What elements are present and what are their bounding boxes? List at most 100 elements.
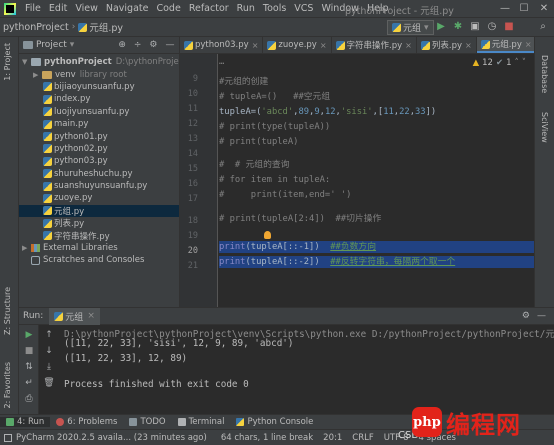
menu-navigate[interactable]: Navigate xyxy=(102,3,153,14)
stop-icon[interactable]: ■ xyxy=(501,19,517,35)
run-icon[interactable]: ▶ xyxy=(433,19,449,35)
tree-file-selected[interactable]: 元组.py xyxy=(19,204,179,218)
tree-file[interactable]: shuruheshuchu.py xyxy=(19,168,179,180)
status-message[interactable]: PyCharm 2020.2.5 availa... (23 minutes a… xyxy=(16,433,207,443)
menu-run[interactable]: Run xyxy=(233,3,259,14)
menu-code[interactable]: Code xyxy=(152,3,184,14)
menu-edit[interactable]: Edit xyxy=(45,3,71,14)
project-tool-tab[interactable]: 1: Project xyxy=(3,43,12,81)
run-configuration-select[interactable]: 元组 ▾ xyxy=(387,20,434,35)
minimize-button[interactable]: — xyxy=(496,0,514,18)
tree-file[interactable]: 字符串操作.py xyxy=(19,229,179,242)
editor-tab[interactable]: 列表.py × xyxy=(417,37,477,53)
run-toolbar-secondary: ↑ ↓ ⤓ 🗑 xyxy=(39,325,59,415)
run-icon xyxy=(6,418,14,426)
stop-icon[interactable]: ■ xyxy=(23,345,35,357)
tree-file[interactable]: python01.py xyxy=(19,130,179,142)
chevron-down-icon[interactable]: ▾ xyxy=(70,40,75,50)
tree-file[interactable]: python02.py xyxy=(19,143,179,155)
close-icon[interactable]: × xyxy=(320,41,327,50)
breadcrumb-project[interactable]: pythonProject xyxy=(0,22,72,33)
file-label: zuoye.py xyxy=(54,193,93,204)
chevron-down-icon: ▼ xyxy=(22,58,28,67)
sciview-tool-tab[interactable]: SciView xyxy=(540,112,549,143)
menu-tools[interactable]: Tools xyxy=(259,3,290,14)
run-tab[interactable]: 元组 × xyxy=(49,307,100,325)
editor-tab[interactable]: zuoye.py × xyxy=(263,37,332,53)
code-token: 89 xyxy=(298,107,310,117)
caret-position[interactable]: 20:1 xyxy=(323,433,342,443)
close-icon[interactable]: × xyxy=(87,311,95,321)
print-icon[interactable]: ⎙ xyxy=(23,393,35,405)
tree-file[interactable]: index.py xyxy=(19,93,179,105)
locate-icon[interactable]: ⊕ xyxy=(118,40,126,50)
close-icon[interactable]: × xyxy=(525,40,532,49)
database-tool-tab[interactable]: Database xyxy=(540,55,549,93)
debug-icon[interactable]: ✱ xyxy=(450,19,466,35)
folder-icon xyxy=(42,70,52,79)
editor-tab[interactable]: 字符串操作.py × xyxy=(332,37,417,53)
gear-icon[interactable]: ⚙ xyxy=(522,311,530,321)
file-label: bijiaoyunsuanfu.py xyxy=(54,81,135,92)
profile-icon[interactable]: ◷ xyxy=(484,19,500,35)
coverage-icon[interactable]: ▣ xyxy=(467,19,483,35)
file-label: python02.py xyxy=(54,143,108,154)
tool-tab-problems[interactable]: 6: Problems xyxy=(50,417,123,427)
code-area[interactable]: … #元组的创建 # tupleA=() ##空元组 tupleA=('abcd… xyxy=(219,54,534,307)
menu-refactor[interactable]: Refactor xyxy=(185,3,233,14)
tool-tab-todo[interactable]: TODO xyxy=(123,417,171,427)
tool-tab-run[interactable]: 4: Run xyxy=(0,417,51,427)
tool-tab-terminal[interactable]: Terminal xyxy=(172,417,231,427)
rerun-icon[interactable]: ▶ xyxy=(23,329,35,341)
lightbulb-icon[interactable] xyxy=(264,231,271,239)
structure-tool-tab[interactable]: Z: Structure xyxy=(3,287,12,335)
tree-root[interactable]: ▼ pythonProject D:\pythonProject\ xyxy=(19,56,179,68)
down-arrow-icon[interactable]: ↓ xyxy=(43,345,55,357)
tree-venv[interactable]: ▶ venv library root xyxy=(19,68,179,80)
collapse-icon[interactable]: ÷ xyxy=(134,40,142,50)
python-console-icon xyxy=(236,418,245,426)
soft-wrap-icon[interactable]: ↵ xyxy=(23,377,35,389)
tree-scratches[interactable]: Scratches and Consoles xyxy=(19,254,179,266)
run-configuration-label: 元组 xyxy=(403,24,422,34)
tree-file[interactable]: bijiaoyunsuanfu.py xyxy=(19,81,179,93)
tree-file[interactable]: suanshuyunsuanfu.py xyxy=(19,180,179,192)
tree-file[interactable]: python03.py xyxy=(19,155,179,167)
menu-view[interactable]: View xyxy=(71,3,102,14)
hide-icon[interactable]: — xyxy=(537,311,546,321)
code-line-selected: print(tupleA[::-1]) ##负数方向 xyxy=(219,241,376,253)
close-button[interactable]: ✕ xyxy=(535,0,553,18)
tree-external-libraries[interactable]: ▶ External Libraries xyxy=(19,242,179,254)
line-separator[interactable]: CRLF xyxy=(352,433,373,443)
menu-file[interactable]: File xyxy=(21,3,45,14)
search-icon[interactable]: ⌕ xyxy=(535,19,551,35)
close-icon[interactable]: × xyxy=(252,41,259,50)
tree-file[interactable]: zuoye.py xyxy=(19,192,179,204)
tree-file[interactable]: 列表.py xyxy=(19,217,179,229)
editor-tab-active[interactable]: 元组.py × xyxy=(476,37,534,53)
menu-vcs[interactable]: VCS xyxy=(290,3,317,14)
code-token: 33 xyxy=(414,107,426,117)
editor-tab[interactable]: python03.py × xyxy=(180,37,264,53)
line-number: 9 xyxy=(192,74,198,84)
problems-icon xyxy=(56,418,65,426)
scroll-to-end-icon[interactable]: ⤓ xyxy=(43,361,55,373)
hide-icon[interactable]: — xyxy=(166,40,175,50)
project-panel-title[interactable]: Project xyxy=(36,40,67,50)
maximize-button[interactable]: ☐ xyxy=(515,0,533,18)
tree-file[interactable]: luojiyunsuanfu.py xyxy=(19,106,179,118)
layout-icon[interactable] xyxy=(4,433,12,442)
up-arrow-icon[interactable]: ↑ xyxy=(43,329,55,341)
close-icon[interactable]: × xyxy=(465,41,472,50)
close-icon[interactable]: × xyxy=(405,41,412,50)
gear-icon[interactable]: ⚙ xyxy=(149,40,157,50)
tool-tab-python-console[interactable]: Python Console xyxy=(230,417,319,427)
tab-label: zuoye.py xyxy=(278,40,317,50)
trash-icon[interactable]: 🗑 xyxy=(43,377,55,389)
code-token: print xyxy=(219,242,246,252)
tree-file[interactable]: main.py xyxy=(19,118,179,130)
favorites-tool-tab[interactable]: 2: Favorites xyxy=(3,362,12,408)
code-line: … xyxy=(219,57,225,67)
restore-layout-icon[interactable]: ⇅ xyxy=(23,361,35,373)
breadcrumb-file[interactable]: 元组.py xyxy=(75,20,126,34)
